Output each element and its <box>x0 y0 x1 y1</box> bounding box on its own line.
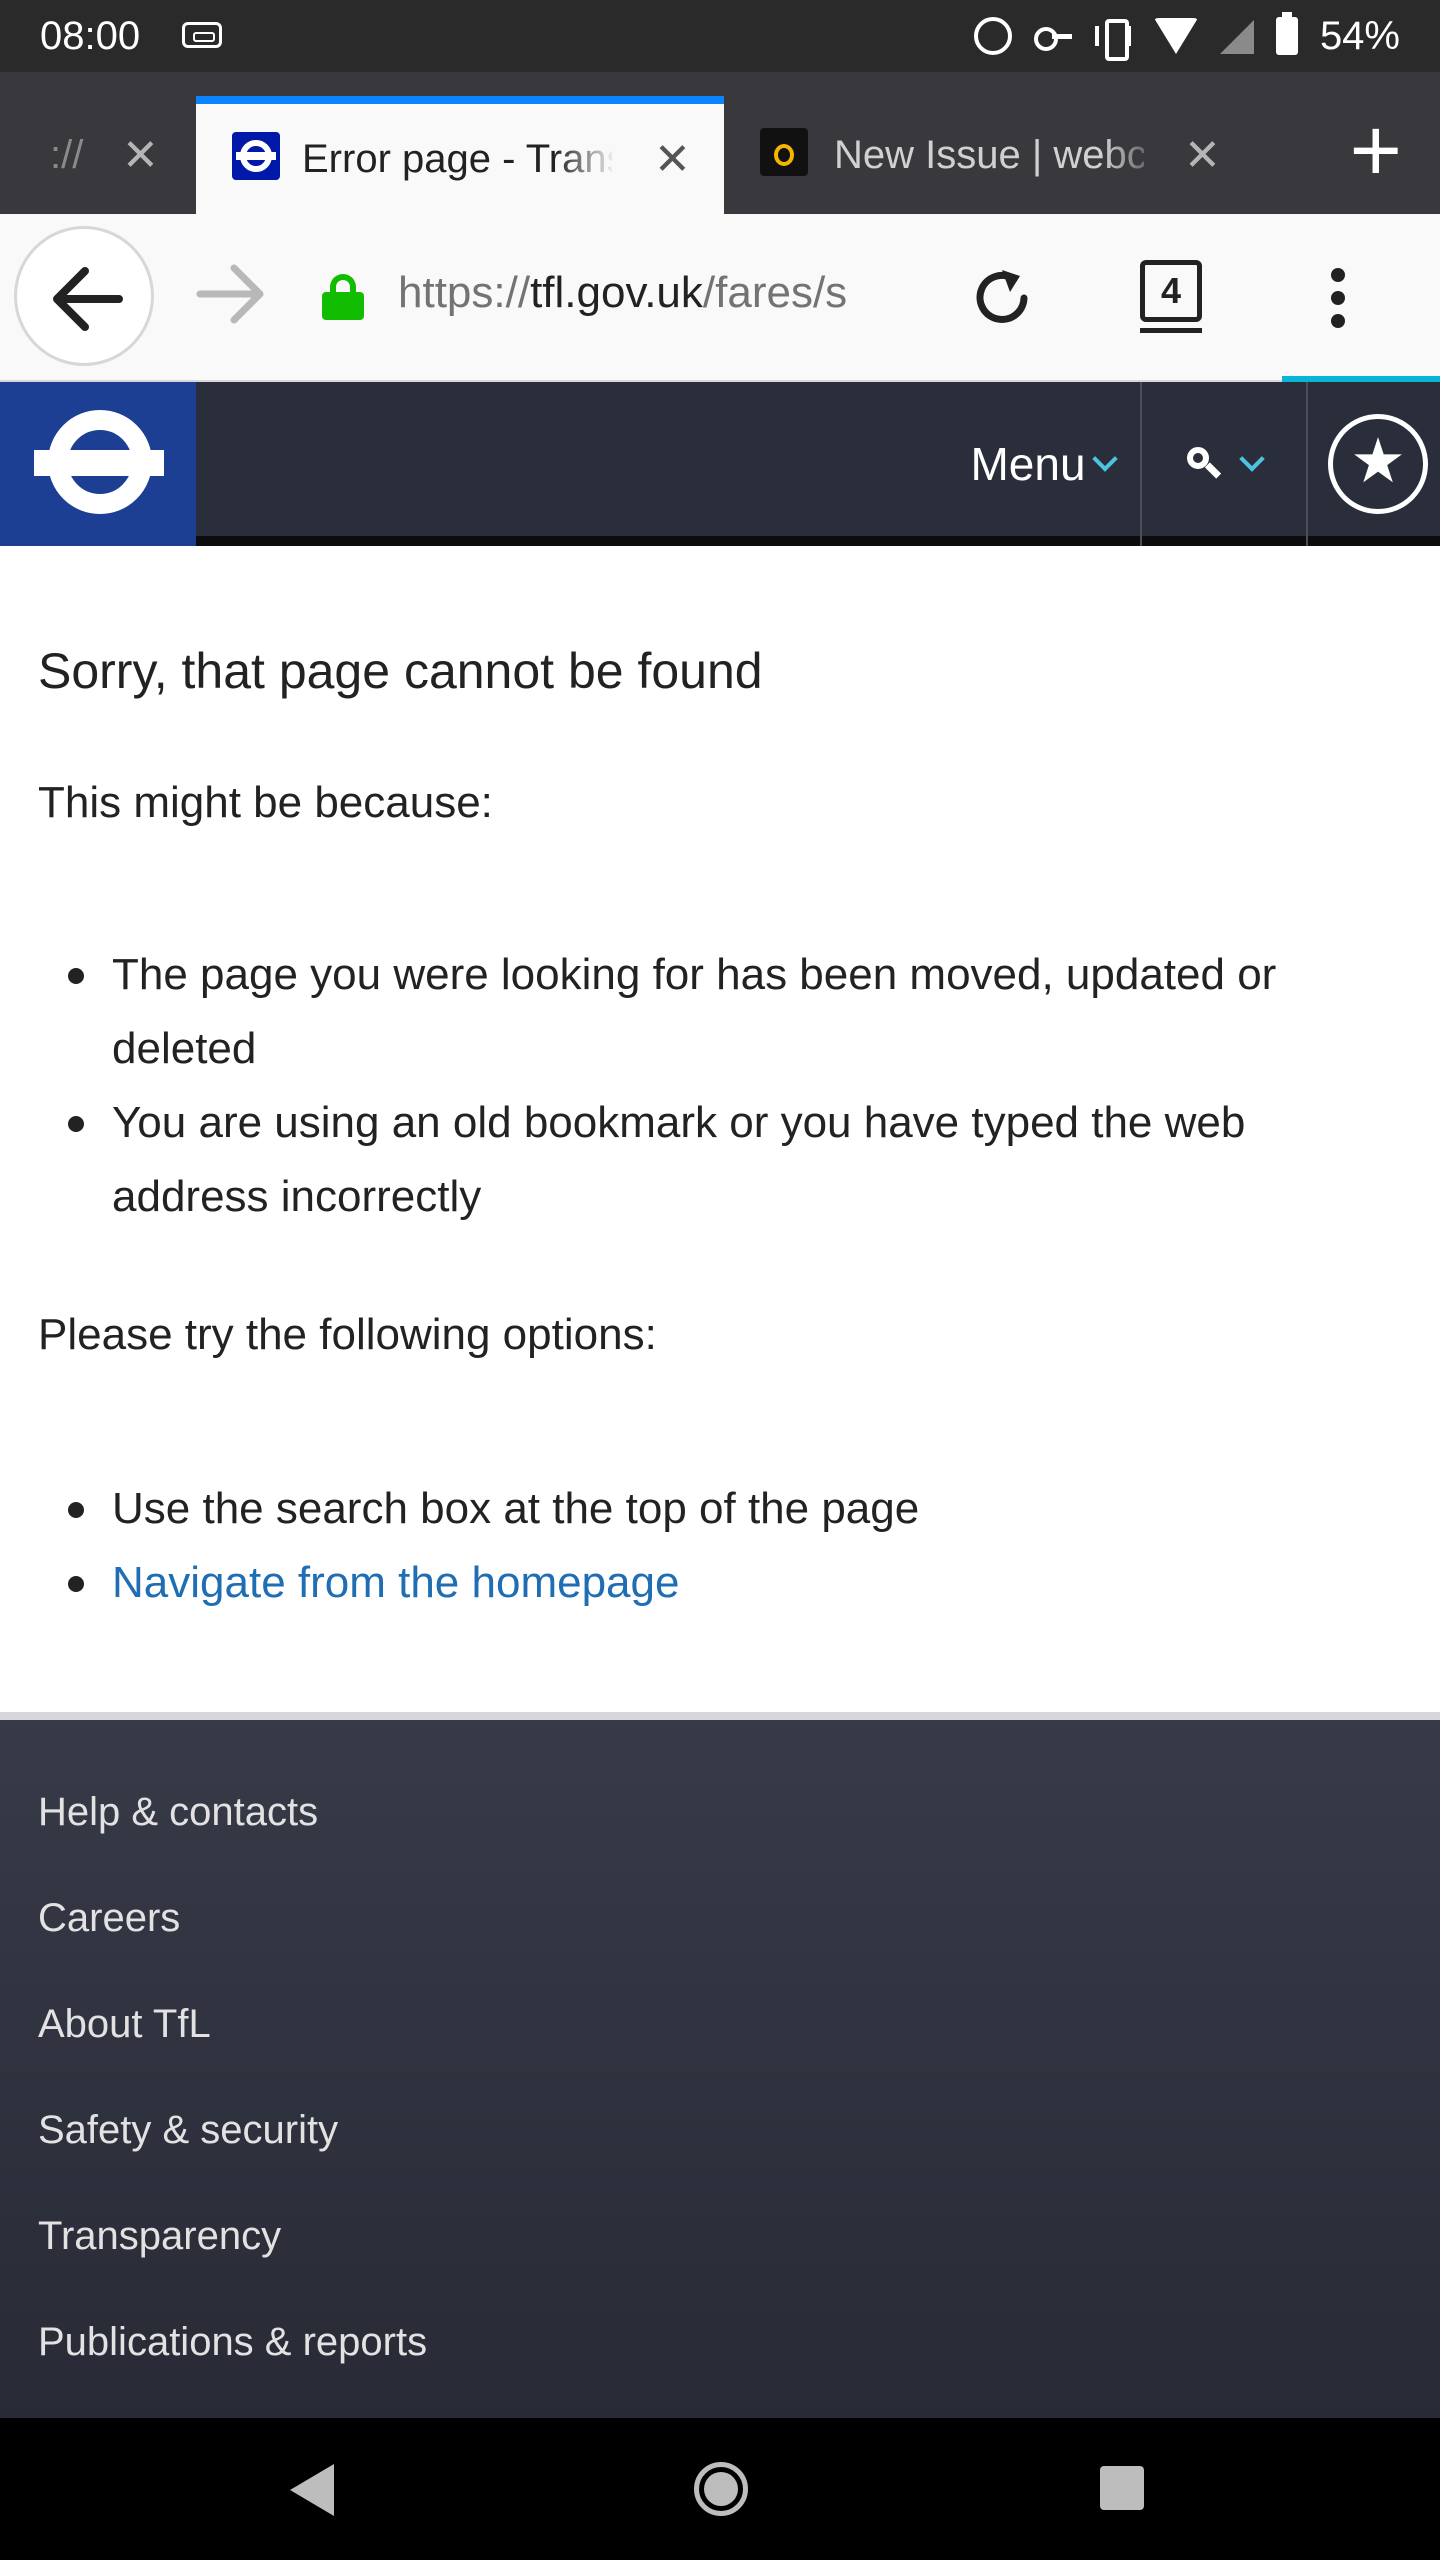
options-intro: Please try the following options: <box>38 1310 657 1359</box>
nav-recents-icon[interactable] <box>1100 2466 1144 2510</box>
chevron-down-icon <box>1091 446 1118 472</box>
close-icon[interactable]: ✕ <box>654 134 691 185</box>
url-scheme: https:// <box>398 268 531 317</box>
navigation-toolbar: https://tfl.gov.uk/fares/s 4 <box>0 214 1440 382</box>
back-button[interactable] <box>14 226 154 366</box>
tab-previous[interactable]: :// ✕ <box>0 96 196 214</box>
chevron-down-icon <box>1239 446 1265 472</box>
close-icon[interactable]: ✕ <box>122 130 159 181</box>
nav-back-icon[interactable] <box>290 2464 334 2516</box>
tfl-roundel-icon <box>232 132 280 180</box>
homepage-link[interactable]: Navigate from the homepage <box>112 1558 679 1607</box>
search-icon <box>1187 447 1221 481</box>
site-header: Menu ★ <box>0 382 1440 546</box>
tab-active[interactable]: Error page - Transport for London ✕ <box>196 96 724 214</box>
footer-link-about[interactable]: About TfL <box>38 2002 211 2047</box>
url-path: /fares/s <box>702 268 848 317</box>
search-toggle-button[interactable] <box>1142 382 1306 546</box>
alarm-icon <box>973 17 1012 55</box>
arrow-right-icon <box>196 264 264 324</box>
arrow-left-icon <box>53 267 123 331</box>
signal-icon <box>1219 18 1254 54</box>
nav-home-icon[interactable] <box>694 2462 748 2516</box>
webcompat-icon <box>760 128 808 176</box>
url-host: tfl.gov.uk <box>530 268 703 317</box>
footer-link-transparency[interactable]: Transparency <box>38 2214 281 2259</box>
reload-icon <box>976 270 1028 323</box>
footer-link-publications[interactable]: Publications & reports <box>38 2320 427 2365</box>
lock-icon <box>322 274 364 320</box>
close-icon[interactable]: ✕ <box>1184 130 1221 181</box>
status-time: 08:00 <box>40 14 141 58</box>
battery-icon <box>1275 12 1298 55</box>
footer-link-careers[interactable]: Careers <box>38 1896 180 1941</box>
favourites-button[interactable]: ★ <box>1308 382 1440 546</box>
status-bar: 08:00 54% <box>0 0 1440 72</box>
reload-button[interactable] <box>966 262 1038 334</box>
list-item: You are using an old bookmark or you hav… <box>68 1086 1412 1234</box>
system-nav-bar <box>0 2418 1440 2560</box>
overflow-menu-icon[interactable] <box>1318 262 1358 334</box>
tab-counter-button[interactable]: 4 <box>1140 260 1202 333</box>
tab-strip: :// ✕ Error page - Transport for London … <box>0 72 1440 214</box>
footer-link-help[interactable]: Help & contacts <box>38 1790 318 1835</box>
page-title: Sorry, that page cannot be found <box>38 643 763 699</box>
vibrate-icon <box>1094 17 1132 61</box>
menu-button[interactable]: Menu <box>944 382 1140 546</box>
intro-text: This might be because: <box>38 778 493 827</box>
wifi-icon <box>1153 18 1198 54</box>
reasons-list: The page you were looking for has been m… <box>68 938 1412 1234</box>
tab-title-fade <box>1104 96 1164 214</box>
battery-percent: 54% <box>1319 13 1400 58</box>
tab-title: New Issue | webcompat.com <box>834 132 1144 177</box>
tab-webcompat[interactable]: New Issue | webcompat.com ✕ <box>724 96 1264 214</box>
key-icon <box>1033 17 1072 55</box>
tab-title-fade <box>556 104 616 214</box>
url-fade <box>880 254 930 334</box>
list-item: Navigate from the homepage <box>68 1546 1412 1620</box>
url-field[interactable]: https://tfl.gov.uk/fares/s <box>398 268 920 318</box>
options-list: Use the search box at the top of the pag… <box>68 1472 1412 1620</box>
status-icons: 54% <box>973 12 1400 61</box>
tab-title: :// <box>50 132 84 177</box>
sd-card-icon <box>182 22 222 48</box>
roundel-bar <box>34 450 164 476</box>
tfl-logo[interactable] <box>0 382 196 546</box>
forward-button[interactable] <box>180 244 280 344</box>
menu-label: Menu <box>970 438 1086 490</box>
star-icon: ★ <box>1328 414 1428 514</box>
new-tab-button[interactable]: + <box>1349 106 1402 196</box>
footer-link-safety[interactable]: Safety & security <box>38 2108 338 2153</box>
list-item: The page you were looking for has been m… <box>68 938 1412 1086</box>
list-item: Use the search box at the top of the pag… <box>68 1472 1412 1546</box>
site-footer: Help & contacts Careers About TfL Safety… <box>0 1712 1440 2418</box>
